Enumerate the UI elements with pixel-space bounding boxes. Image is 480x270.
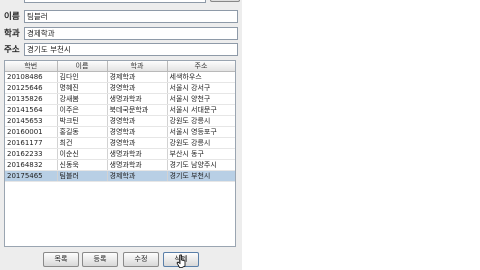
cell-department: 북데국문학과 — [107, 104, 168, 116]
student-id-input[interactable]: 20175465 — [24, 0, 206, 3]
table-row[interactable]: 20164832 신동욱 생명과학과 경기도 남양주시 — [5, 159, 235, 171]
cell-student-id: 20145653 — [5, 115, 58, 127]
table-row[interactable]: 20160001 홍길동 경영학과 서울시 영등포구 — [5, 126, 235, 138]
address-label: 주소 — [4, 45, 20, 55]
background-area — [242, 0, 480, 270]
department-label: 학과 — [4, 29, 20, 39]
table-row[interactable]: 20162233 이순신 생명과학과 부산시 동구 — [5, 148, 235, 160]
cell-address: 서울시 서대문구 — [167, 104, 235, 116]
cell-name: 이주은 — [57, 104, 108, 116]
department-input[interactable]: 경제학과 — [24, 27, 238, 40]
table-row[interactable]: 20145653 박크틴 경영학과 강원도 강릉시 — [5, 115, 235, 127]
edit-button[interactable]: 수정 — [123, 252, 159, 267]
cell-address: 부산시 동구 — [167, 148, 235, 160]
lookup-button[interactable]: 검색 — [210, 0, 240, 2]
cell-student-id: 20108486 — [5, 71, 58, 83]
cell-department: 경영학과 — [107, 82, 168, 94]
cell-name: 최건 — [57, 137, 108, 149]
cell-address: 경기도 부천시 — [167, 170, 235, 182]
cell-student-id: 20175465 — [5, 170, 58, 182]
cell-department: 경제학과 — [107, 170, 168, 182]
table-row-selected[interactable]: 20175465 팀블러 경제학과 경기도 부천시 — [5, 170, 235, 182]
mouse-pointer-icon — [176, 254, 186, 268]
cell-name: 명혜진 — [57, 82, 108, 94]
cell-address: 강원도 강릉시 — [167, 137, 235, 149]
cell-address: 서울시 양천구 — [167, 93, 235, 105]
column-header-name[interactable]: 이름 — [57, 61, 108, 72]
cell-department: 경영학과 — [107, 137, 168, 149]
cell-address: 강원도 강릉시 — [167, 115, 235, 127]
student-management-panel: 20175465 검색 이름 팀블러 학과 경제학과 주소 경기도 부천시 학번… — [0, 0, 242, 270]
cell-student-id: 20161177 — [5, 137, 58, 149]
table-row[interactable]: 20161177 최건 경영학과 강원도 강릉시 — [5, 137, 235, 149]
cell-name: 강새봄 — [57, 93, 108, 105]
column-header-student-id[interactable]: 학번 — [5, 61, 58, 72]
cell-department: 경제학과 — [107, 71, 168, 83]
cell-student-id: 20125646 — [5, 82, 58, 94]
cell-name: 박크틴 — [57, 115, 108, 127]
name-label: 이름 — [4, 12, 20, 22]
cell-department: 경영학과 — [107, 126, 168, 138]
cell-student-id: 20135826 — [5, 93, 58, 105]
address-input[interactable]: 경기도 부천시 — [24, 43, 238, 56]
student-table[interactable]: 학번 이름 학과 주소 20108486 김다인 경제학과 세색하우스 2012… — [4, 60, 236, 247]
cell-department: 생명과학과 — [107, 148, 168, 160]
cell-address: 세색하우스 — [167, 71, 235, 83]
register-button[interactable]: 등록 — [82, 252, 118, 267]
cell-department: 생명과학과 — [107, 93, 168, 105]
cell-student-id: 20162233 — [5, 148, 58, 160]
table-row[interactable]: 20135826 강새봄 생명과학과 서울시 양천구 — [5, 93, 235, 105]
cell-department: 경영학과 — [107, 115, 168, 127]
cell-address: 서울시 강서구 — [167, 82, 235, 94]
cell-name: 팀블러 — [57, 170, 108, 182]
cell-name: 신동욱 — [57, 159, 108, 171]
cell-name: 이순신 — [57, 148, 108, 160]
cell-student-id: 20164832 — [5, 159, 58, 171]
cell-student-id: 20141564 — [5, 104, 58, 116]
table-row[interactable]: 20125646 명혜진 경영학과 서울시 강서구 — [5, 82, 235, 94]
table-row[interactable]: 20141564 이주은 북데국문학과 서울시 서대문구 — [5, 104, 235, 116]
cell-address: 서울시 영등포구 — [167, 126, 235, 138]
cell-department: 생명과학과 — [107, 159, 168, 171]
cell-student-id: 20160001 — [5, 126, 58, 138]
cell-name: 김다인 — [57, 71, 108, 83]
table-row[interactable]: 20108486 김다인 경제학과 세색하우스 — [5, 71, 235, 83]
list-button[interactable]: 목록 — [43, 252, 79, 267]
cell-address: 경기도 남양주시 — [167, 159, 235, 171]
column-header-address[interactable]: 주소 — [167, 61, 235, 72]
name-input[interactable]: 팀블러 — [24, 10, 238, 23]
column-header-department[interactable]: 학과 — [107, 61, 168, 72]
table-header: 학번 이름 학과 주소 — [5, 61, 235, 72]
cell-name: 홍길동 — [57, 126, 108, 138]
